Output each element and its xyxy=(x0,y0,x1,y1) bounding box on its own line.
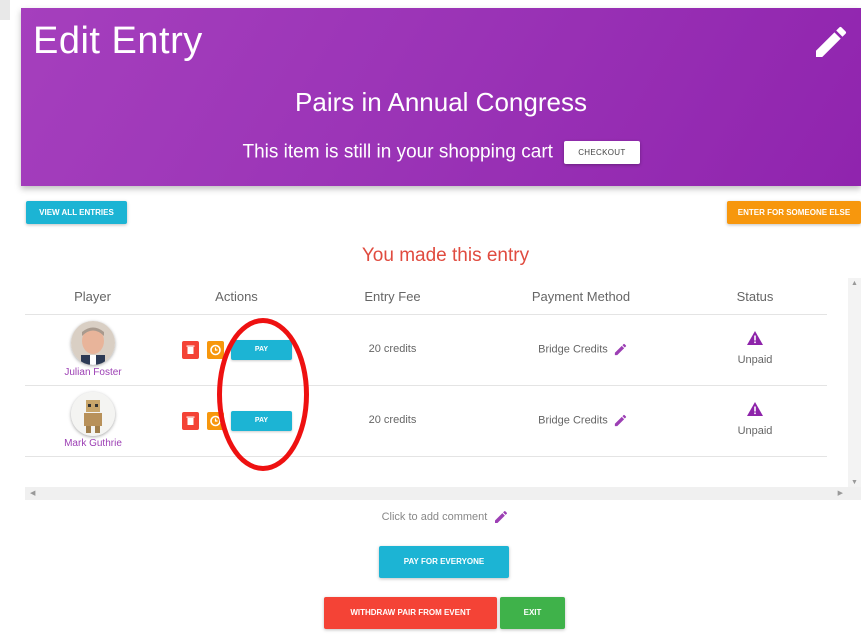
page-title: Edit Entry xyxy=(33,20,203,62)
col-actions: Actions xyxy=(215,289,258,304)
enter-for-someone-else-button[interactable]: ENTER FOR SOMEONE ELSE xyxy=(727,201,861,224)
scroll-left-icon[interactable]: ◀ xyxy=(30,489,35,497)
horizontal-scrollbar[interactable]: ◀ ▶ xyxy=(25,487,861,500)
payment-method-label: Bridge Credits xyxy=(538,343,608,356)
delete-button[interactable] xyxy=(182,341,199,359)
status-text: Unpaid xyxy=(737,354,773,366)
col-payment-method: Payment Method xyxy=(531,289,631,304)
vertical-scrollbar[interactable]: ▲ ▼ xyxy=(848,278,861,488)
pencil-icon[interactable] xyxy=(811,22,851,62)
exit-button[interactable]: EXIT xyxy=(500,597,565,629)
entry-fee: 20 credits xyxy=(368,414,417,426)
cart-message: This item is still in your shopping cart xyxy=(242,141,553,163)
schedule-button[interactable] xyxy=(207,341,224,359)
scroll-up-icon[interactable]: ▲ xyxy=(851,280,858,287)
checkout-button[interactable]: CHECKOUT xyxy=(564,141,640,164)
table-header: Player Actions Entry Fee Payment Method … xyxy=(25,285,827,315)
clock-icon xyxy=(210,344,221,356)
payment-method: Bridge Credits xyxy=(513,342,653,357)
col-player: Player xyxy=(74,289,111,304)
pencil-icon[interactable] xyxy=(613,413,628,428)
status-text: Unpaid xyxy=(737,425,773,437)
payment-method-label: Bridge Credits xyxy=(538,414,608,427)
schedule-button[interactable] xyxy=(207,412,224,430)
window-edge xyxy=(0,0,10,20)
payment-method: Bridge Credits xyxy=(513,413,653,428)
entry-message: You made this entry xyxy=(361,245,530,266)
page-header: Edit Entry Pairs in Annual Congress This… xyxy=(21,8,861,186)
entry-fee: 20 credits xyxy=(368,343,417,355)
warning-icon xyxy=(747,331,763,345)
trash-icon xyxy=(186,416,195,425)
avatar xyxy=(71,321,115,365)
pencil-icon[interactable] xyxy=(493,509,509,525)
cart-notice: This item is still in your shopping cart… xyxy=(21,141,861,164)
pay-button[interactable]: PAY xyxy=(231,340,292,360)
pay-for-everyone-button[interactable]: PAY FOR EVERYONE xyxy=(379,546,509,578)
player-name[interactable]: Mark Guthrie xyxy=(23,438,163,449)
status-cell: Unpaid xyxy=(720,331,790,366)
scroll-down-icon[interactable]: ▼ xyxy=(851,479,858,486)
pay-button[interactable]: PAY xyxy=(231,411,292,431)
trash-icon xyxy=(186,345,195,354)
col-entry-fee: Entry Fee xyxy=(364,289,421,304)
col-status: Status xyxy=(736,289,774,304)
avatar xyxy=(71,392,115,436)
table-row: Julian Foster PAY 20 credits Bridge Cred… xyxy=(25,315,827,386)
add-comment[interactable]: Click to add comment xyxy=(0,509,861,525)
comment-label[interactable]: Click to add comment xyxy=(382,511,488,523)
entries-table: Player Actions Entry Fee Payment Method … xyxy=(25,285,827,457)
player-name[interactable]: Julian Foster xyxy=(23,367,163,378)
delete-button[interactable] xyxy=(182,412,199,430)
scroll-right-icon[interactable]: ▶ xyxy=(838,489,843,497)
table-row: Mark Guthrie PAY 20 credits Bridge Credi… xyxy=(25,386,827,457)
pencil-icon[interactable] xyxy=(613,342,628,357)
withdraw-pair-button[interactable]: WITHDRAW PAIR FROM EVENT xyxy=(324,597,497,629)
warning-icon xyxy=(747,402,763,416)
view-all-entries-button[interactable]: VIEW ALL ENTRIES xyxy=(26,201,127,224)
clock-icon xyxy=(210,415,221,427)
status-cell: Unpaid xyxy=(720,402,790,437)
event-name: Pairs in Annual Congress xyxy=(295,87,587,117)
